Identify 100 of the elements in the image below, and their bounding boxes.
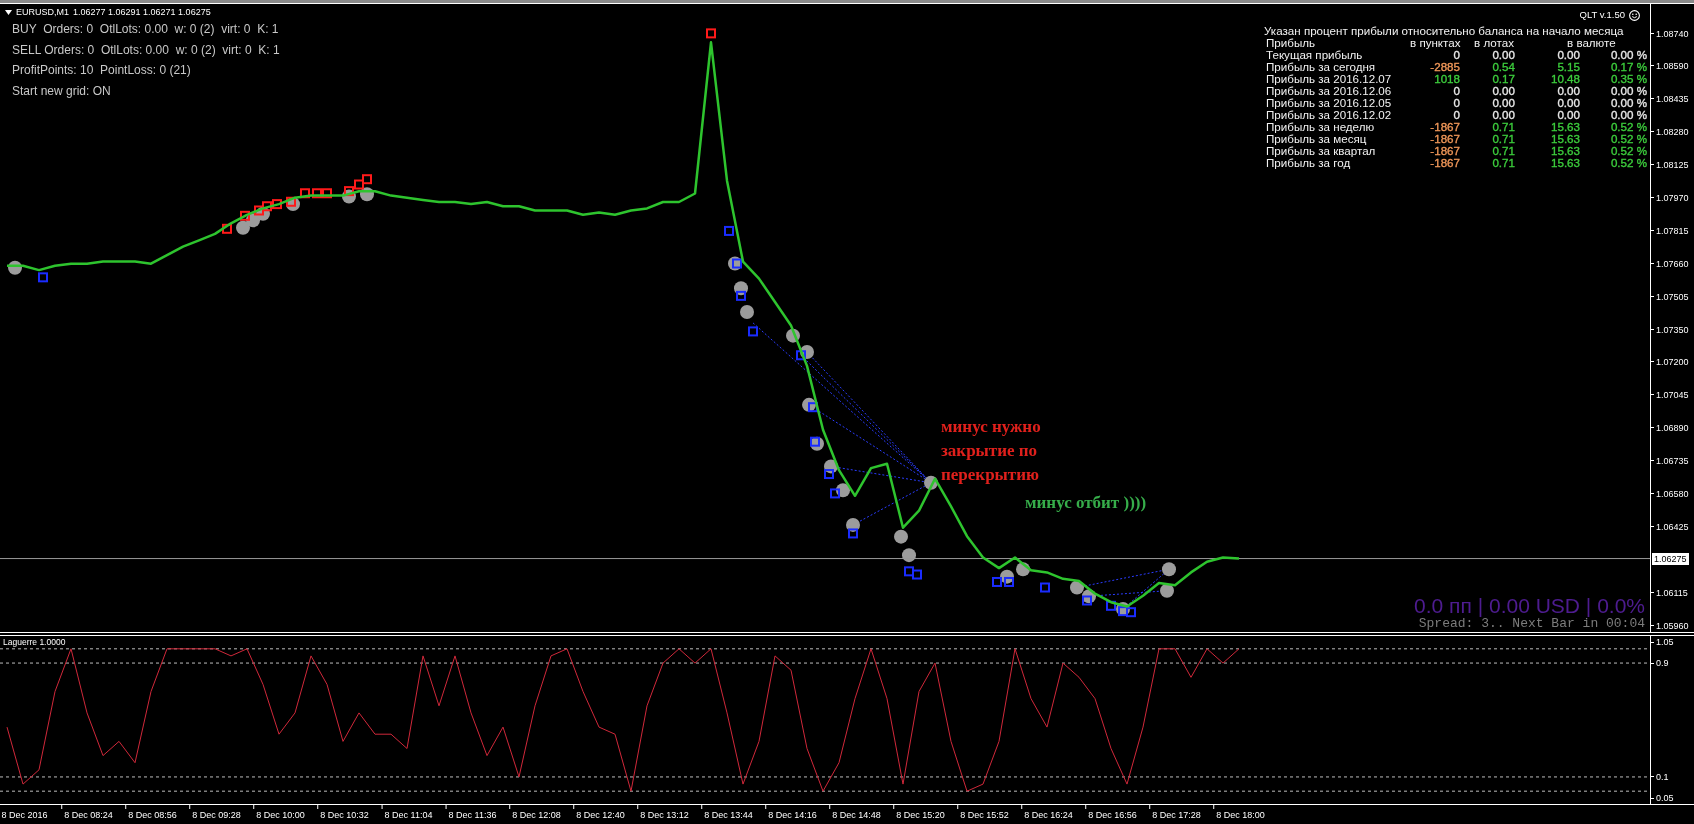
table-cell-text: 0.17 % (1609, 61, 1647, 73)
table-cell-text: 0 (1452, 109, 1460, 121)
table-cell-text: 0.52 % (1609, 145, 1647, 157)
circle-marker-icon (1116, 602, 1130, 616)
time-label: 8 Dec 17:28 (1149, 805, 1201, 821)
square-marker-icon (1126, 607, 1136, 618)
square-marker-icon (1118, 606, 1128, 617)
table-cell-text: -2885 (1429, 61, 1460, 73)
square-marker-icon (912, 569, 922, 580)
circle-marker-icon (286, 197, 300, 212)
square-marker-icon (344, 186, 354, 197)
row-label: Текущая прибыль (1265, 49, 1364, 61)
column-header: в лотах (1473, 37, 1515, 49)
square-marker-icon (732, 258, 742, 269)
square-marker-icon (1082, 595, 1092, 606)
time-label: 8 Dec 11:04 (381, 805, 433, 821)
square-marker-icon (222, 223, 232, 234)
table-cell-text: 0.71 (1491, 121, 1515, 133)
time-label: 8 Dec 10:00 (253, 805, 305, 821)
row-label: Прибыль за 2016.12.06 (1265, 85, 1393, 97)
time-label: 8 Dec 15:20 (893, 805, 945, 821)
row-label: Прибыль за месяц (1265, 133, 1367, 145)
circle-marker-icon (836, 483, 850, 498)
chart-note: минус нужно закрытие по перекрытию (941, 415, 1041, 486)
table-cell-text: 0 (1452, 85, 1460, 97)
square-marker-icon (312, 188, 322, 199)
version-label: QLT v.1.50 (1579, 9, 1625, 21)
circle-marker-icon (740, 305, 754, 320)
symbol-label: EURUSD,M1 (16, 6, 69, 19)
square-marker-icon (254, 205, 264, 216)
status-line: SELL Orders: 0 OtlLots: 0.00 w: 0 (2) virt: 0 K: 1 (11, 41, 280, 59)
circle-marker-icon (924, 475, 938, 490)
time-label: 8 Dec 10:32 (317, 805, 369, 821)
square-marker-icon (1106, 600, 1116, 611)
square-marker-icon (322, 188, 332, 199)
table-cell-text: 15.63 (1550, 157, 1581, 169)
indicator-label: 0.05 (1651, 792, 1674, 804)
square-marker-icon (272, 199, 282, 210)
table-cell-text: 0.52 % (1609, 121, 1647, 133)
square-marker-icon (848, 528, 858, 539)
time-label: 8 Dec 08:56 (125, 805, 177, 821)
table-cell-text: -1867 (1429, 157, 1460, 169)
profit-table-title: Указан процент прибыли относительно баланса на начало месяца (1264, 25, 1625, 37)
table-cell-text: -1867 (1429, 145, 1460, 157)
time-label: 8 Dec 16:56 (1085, 805, 1137, 821)
time-label: 8 Dec 13:44 (701, 805, 753, 821)
row-label: Прибыль за 2016.12.05 (1265, 97, 1393, 109)
circle-marker-icon (1070, 580, 1084, 595)
row-label: Прибыль за 2016.12.07 (1265, 73, 1393, 85)
circle-marker-icon (1016, 562, 1030, 577)
table-cell-text: 0.00 (1491, 85, 1515, 97)
square-marker-icon (904, 566, 914, 577)
table-cell-text: 0.00 % (1609, 85, 1647, 97)
square-marker-icon (810, 436, 820, 447)
table-cell-text: 10.48 (1550, 73, 1581, 85)
current-price-label: 1.06275 (1652, 552, 1689, 565)
square-marker-icon (830, 488, 840, 499)
table-cell-text: 1018 (1433, 73, 1460, 85)
circle-marker-icon (728, 256, 742, 271)
square-marker-icon (706, 28, 716, 39)
table-cell-text: 15.63 (1550, 145, 1581, 157)
circle-marker-icon (342, 189, 356, 204)
table-cell-text: 0.52 % (1609, 133, 1647, 145)
table-cell-text: 0.00 (1491, 97, 1515, 109)
circle-marker-icon (846, 517, 860, 532)
table-cell-text: 0 (1452, 97, 1460, 109)
table-cell-text: 0.71 (1491, 133, 1515, 145)
circle-marker-icon (1162, 562, 1176, 577)
time-label: 8 Dec 12:08 (509, 805, 561, 821)
circle-marker-icon (810, 436, 824, 451)
square-marker-icon (1040, 582, 1050, 593)
circle-marker-icon (1082, 589, 1096, 604)
square-marker-icon (300, 188, 310, 199)
table-cell-text: 0.71 (1491, 145, 1515, 157)
square-marker-icon (808, 402, 818, 413)
square-marker-icon (286, 196, 296, 207)
square-marker-icon (38, 272, 48, 283)
indicator-label: 1.05 (1651, 636, 1674, 648)
row-label: Прибыль за сегодня (1265, 61, 1377, 73)
status-line: ProfitPoints: 10 PointLoss: 0 (21) (11, 62, 192, 79)
circle-marker-icon (824, 459, 838, 474)
table-cell-text: 0.00 % (1609, 49, 1647, 61)
square-marker-icon (796, 350, 806, 361)
time-label: 8 Dec 08:24 (61, 805, 113, 821)
status-line: BUY Orders: 0 OtlLots: 0.00 w: 0 (2) virt: 0 K: 1 (11, 21, 280, 38)
circle-marker-icon (786, 328, 800, 343)
circle-marker-icon (1160, 583, 1174, 598)
table-cell-text: 0.00 (1556, 85, 1581, 97)
table-cell-text: 0.54 (1491, 61, 1515, 73)
square-marker-icon (736, 290, 746, 301)
time-label: 8 Dec 16:24 (1021, 805, 1073, 821)
quote-values: 1.06277 1.06291 1.06271 1.06275 (73, 6, 211, 19)
time-label: 8 Dec 14:16 (765, 805, 817, 821)
row-label: Прибыль за неделю (1265, 121, 1376, 133)
square-marker-icon (724, 225, 734, 236)
caret-icon[interactable] (5, 10, 12, 15)
table-cell-text: 0.00 (1556, 97, 1581, 109)
time-label: 8 Dec 11:36 (445, 805, 497, 821)
spread-timer-text: Spread: 3.. Next Bar in 00:04 (1417, 617, 1645, 631)
square-marker-icon (992, 576, 1002, 587)
